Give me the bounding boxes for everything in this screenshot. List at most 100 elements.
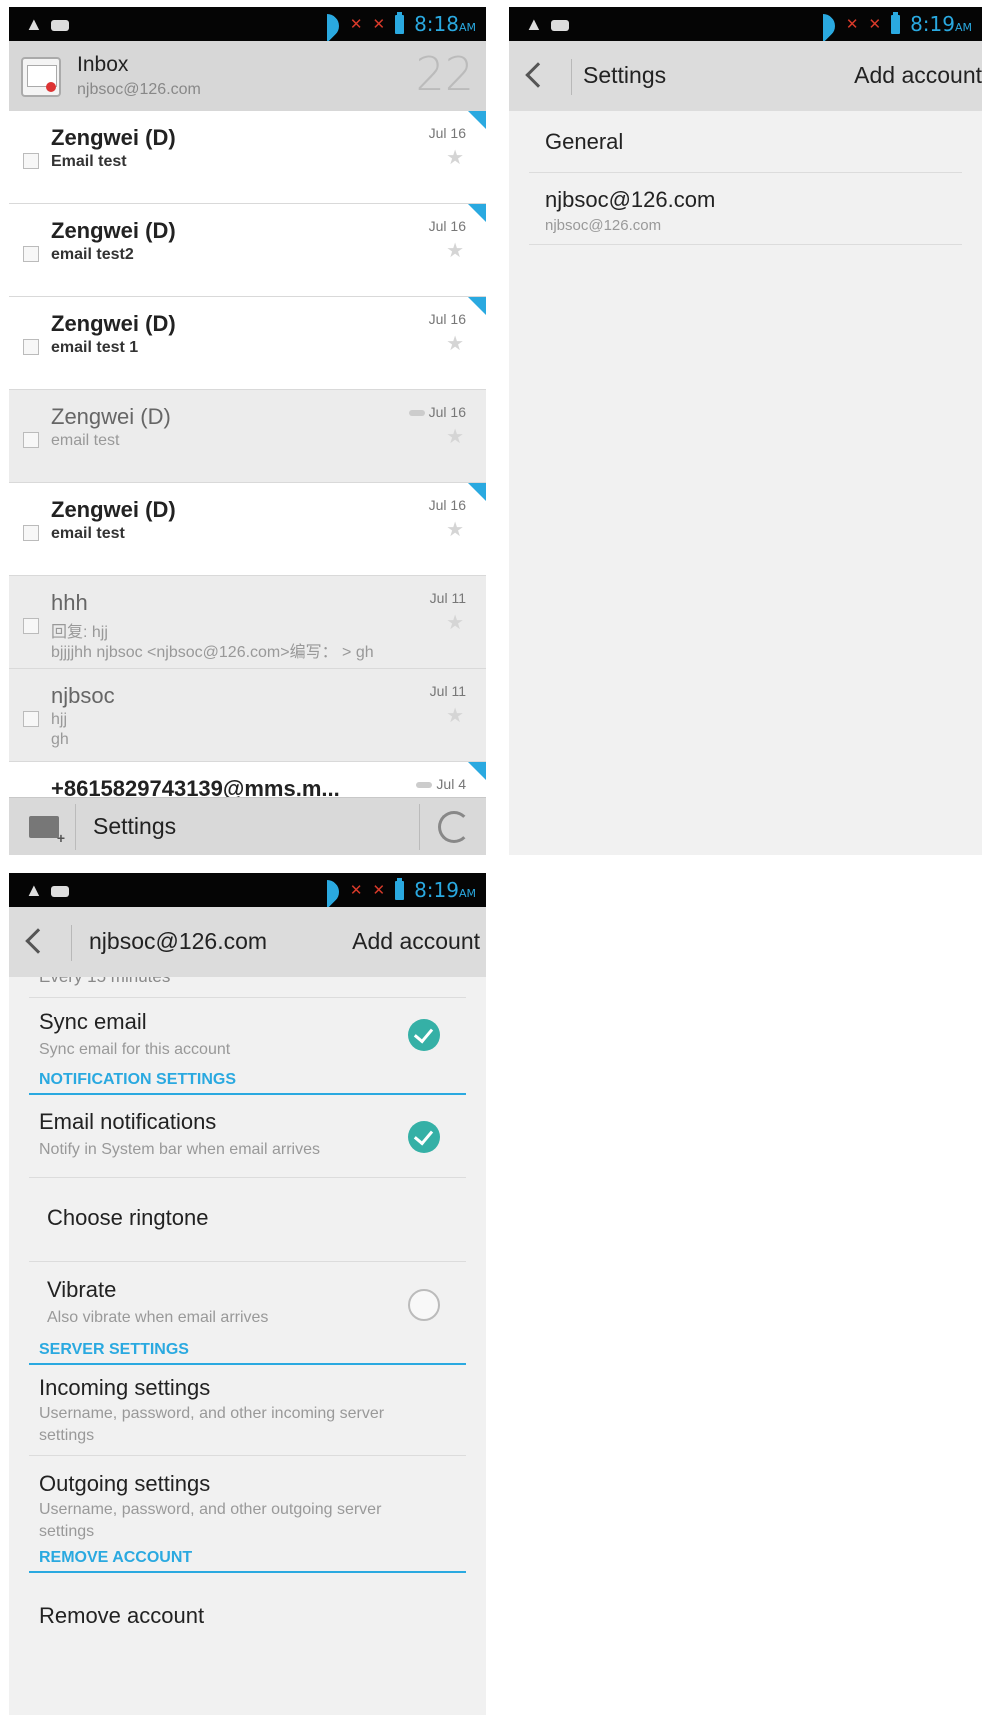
no-signal-icon-2: ✕ bbox=[372, 882, 386, 899]
message-list[interactable]: Zengwei (D) Email test Jul 16 ★ Zengwei (D) e… bbox=[9, 111, 486, 797]
unread-flag-icon bbox=[468, 297, 486, 315]
message-date-text: Jul 16 bbox=[428, 404, 466, 420]
message-date-text: Jul 11 bbox=[429, 590, 466, 606]
status-bar: ▲ ✕ ✕ 8:19AM bbox=[509, 7, 982, 41]
divider bbox=[29, 1177, 466, 1178]
battery-icon bbox=[395, 11, 405, 34]
message-date: Jul 16 bbox=[429, 311, 466, 327]
add-account-button[interactable]: Add account bbox=[854, 62, 982, 89]
message-row[interactable]: Zengwei (D) Email test Jul 16 ★ bbox=[9, 111, 486, 204]
outgoing-settings-title: Outgoing settings bbox=[39, 1471, 211, 1496]
message-checkbox[interactable] bbox=[23, 246, 39, 262]
action-bar: njbsoc@126.com Add account bbox=[9, 907, 486, 977]
page-title: njbsoc@126.com bbox=[89, 928, 268, 954]
sync-email-title: Sync email bbox=[39, 1009, 147, 1034]
no-signal-icon-2: ✕ bbox=[868, 16, 882, 33]
message-row[interactable]: hhh 回复: hjj bjjjjhh njbsoc <njbsoc@126.com… bbox=[9, 576, 486, 669]
message-row[interactable]: Zengwei (D) email test Jul 16 ★ bbox=[9, 483, 486, 576]
message-date: Jul 16 bbox=[429, 125, 466, 141]
warning-icon: ▲ bbox=[525, 14, 543, 34]
message-checkbox[interactable] bbox=[23, 525, 39, 541]
message-sender: hhh bbox=[51, 590, 88, 615]
email-notifications-checkbox[interactable] bbox=[408, 1121, 440, 1153]
section-rule bbox=[29, 1571, 466, 1573]
add-account-button[interactable]: Add account bbox=[352, 928, 480, 955]
divider bbox=[29, 1455, 466, 1456]
wifi-icon bbox=[810, 14, 836, 34]
star-icon[interactable]: ★ bbox=[446, 517, 464, 542]
section-rule bbox=[29, 1093, 466, 1095]
message-subject: email test bbox=[51, 432, 120, 449]
message-row[interactable]: Zengwei (D) email test2 Jul 16 ★ bbox=[9, 204, 486, 297]
message-sender: Zengwei (D) bbox=[51, 311, 176, 336]
settings-button[interactable]: Settings bbox=[93, 813, 176, 840]
vibrate-checkbox[interactable] bbox=[408, 1289, 440, 1321]
message-checkbox[interactable] bbox=[23, 153, 39, 169]
account-preferences[interactable]: Every 15 minutes Sync email Sync email f… bbox=[9, 977, 486, 1715]
settings-list: General njbsoc@126.com njbsoc@126.com bbox=[509, 111, 982, 245]
message-row[interactable]: Zengwei (D) email test 1 Jul 16 ★ bbox=[9, 297, 486, 390]
outgoing-settings-summary: Username, password, and other outgoing s… bbox=[39, 1501, 382, 1540]
star-icon[interactable]: ★ bbox=[446, 610, 464, 635]
star-icon[interactable]: ★ bbox=[446, 145, 464, 170]
warning-icon: ▲ bbox=[25, 14, 43, 34]
vibrate-summary: Also vibrate when email arrives bbox=[47, 1309, 269, 1326]
refresh-icon[interactable] bbox=[438, 811, 470, 843]
email-notifications-summary: Notify in System bar when email arrives bbox=[39, 1141, 320, 1158]
star-icon[interactable]: ★ bbox=[446, 238, 464, 263]
page-title: Settings bbox=[583, 62, 667, 88]
message-checkbox[interactable] bbox=[23, 711, 39, 727]
message-checkbox[interactable] bbox=[23, 432, 39, 448]
message-checkbox[interactable] bbox=[23, 618, 39, 634]
message-snippet: gh bbox=[51, 731, 69, 748]
general-settings-item[interactable]: General bbox=[529, 111, 962, 173]
status-bar: ▲ ✕ ✕ 8:18AM bbox=[9, 7, 486, 41]
message-subject: hjj bbox=[51, 711, 68, 728]
message-date-text: Jul 16 bbox=[428, 218, 466, 234]
no-signal-icon: ✕ bbox=[349, 16, 363, 33]
action-bar: Settings Add account bbox=[509, 41, 982, 111]
warning-icon: ▲ bbox=[25, 880, 43, 900]
bottom-action-bar: Settings bbox=[9, 797, 486, 855]
divider bbox=[71, 925, 72, 961]
inbox-header[interactable]: Inbox njbsoc@126.com 22 bbox=[9, 41, 486, 111]
message-sender: Zengwei (D) bbox=[51, 218, 176, 243]
unread-flag-icon bbox=[468, 111, 486, 129]
divider bbox=[571, 59, 572, 95]
message-date: Jul 11 bbox=[430, 683, 466, 699]
divider bbox=[419, 804, 420, 850]
attachment-icon bbox=[408, 410, 425, 417]
sync-email-checkbox[interactable] bbox=[408, 1019, 440, 1051]
message-row[interactable]: Zengwei (D) email test Jul 16 ★ bbox=[9, 390, 486, 483]
back-icon[interactable] bbox=[525, 62, 551, 88]
divider bbox=[29, 997, 466, 998]
message-sender: njbsoc bbox=[51, 683, 115, 708]
inbox-account: njbsoc@126.com bbox=[77, 81, 201, 98]
general-label: General bbox=[545, 129, 624, 154]
message-checkbox[interactable] bbox=[23, 339, 39, 355]
incoming-settings-title: Incoming settings bbox=[39, 1375, 211, 1400]
message-row[interactable]: njbsoc hjj gh Jul 11 ★ bbox=[9, 669, 486, 762]
notification-settings-header: NOTIFICATION SETTINGS bbox=[39, 1071, 237, 1088]
message-date-text: Jul 11 bbox=[429, 683, 466, 699]
account-summary: njbsoc@126.com bbox=[545, 217, 662, 234]
back-icon[interactable] bbox=[25, 928, 51, 954]
star-icon[interactable]: ★ bbox=[446, 331, 464, 356]
clock: 8:19AM bbox=[414, 878, 476, 902]
star-icon[interactable]: ★ bbox=[446, 703, 464, 728]
no-signal-icon: ✕ bbox=[845, 16, 859, 33]
message-date: Jul 16 bbox=[408, 404, 466, 420]
message-sender: +8615829743139@mms.m... bbox=[51, 776, 340, 797]
wifi-icon bbox=[314, 14, 340, 34]
no-signal-icon: ✕ bbox=[349, 882, 363, 899]
message-row[interactable]: +8615829743139@mms.m... Jul 4 bbox=[9, 762, 486, 797]
status-bar: ▲ ✕ ✕ 8:19AM bbox=[9, 873, 486, 907]
account-settings-item[interactable]: njbsoc@126.com njbsoc@126.com bbox=[529, 173, 962, 245]
compose-icon[interactable] bbox=[29, 816, 65, 846]
message-date-text: Jul 4 bbox=[436, 776, 466, 792]
no-signal-icon-2: ✕ bbox=[372, 16, 386, 33]
message-date: Jul 16 bbox=[429, 497, 466, 513]
divider bbox=[29, 1261, 466, 1262]
star-icon[interactable]: ★ bbox=[446, 424, 464, 449]
account-settings-screen: ▲ ✕ ✕ 8:19AM njbsoc@126.com Add account … bbox=[9, 873, 486, 1715]
